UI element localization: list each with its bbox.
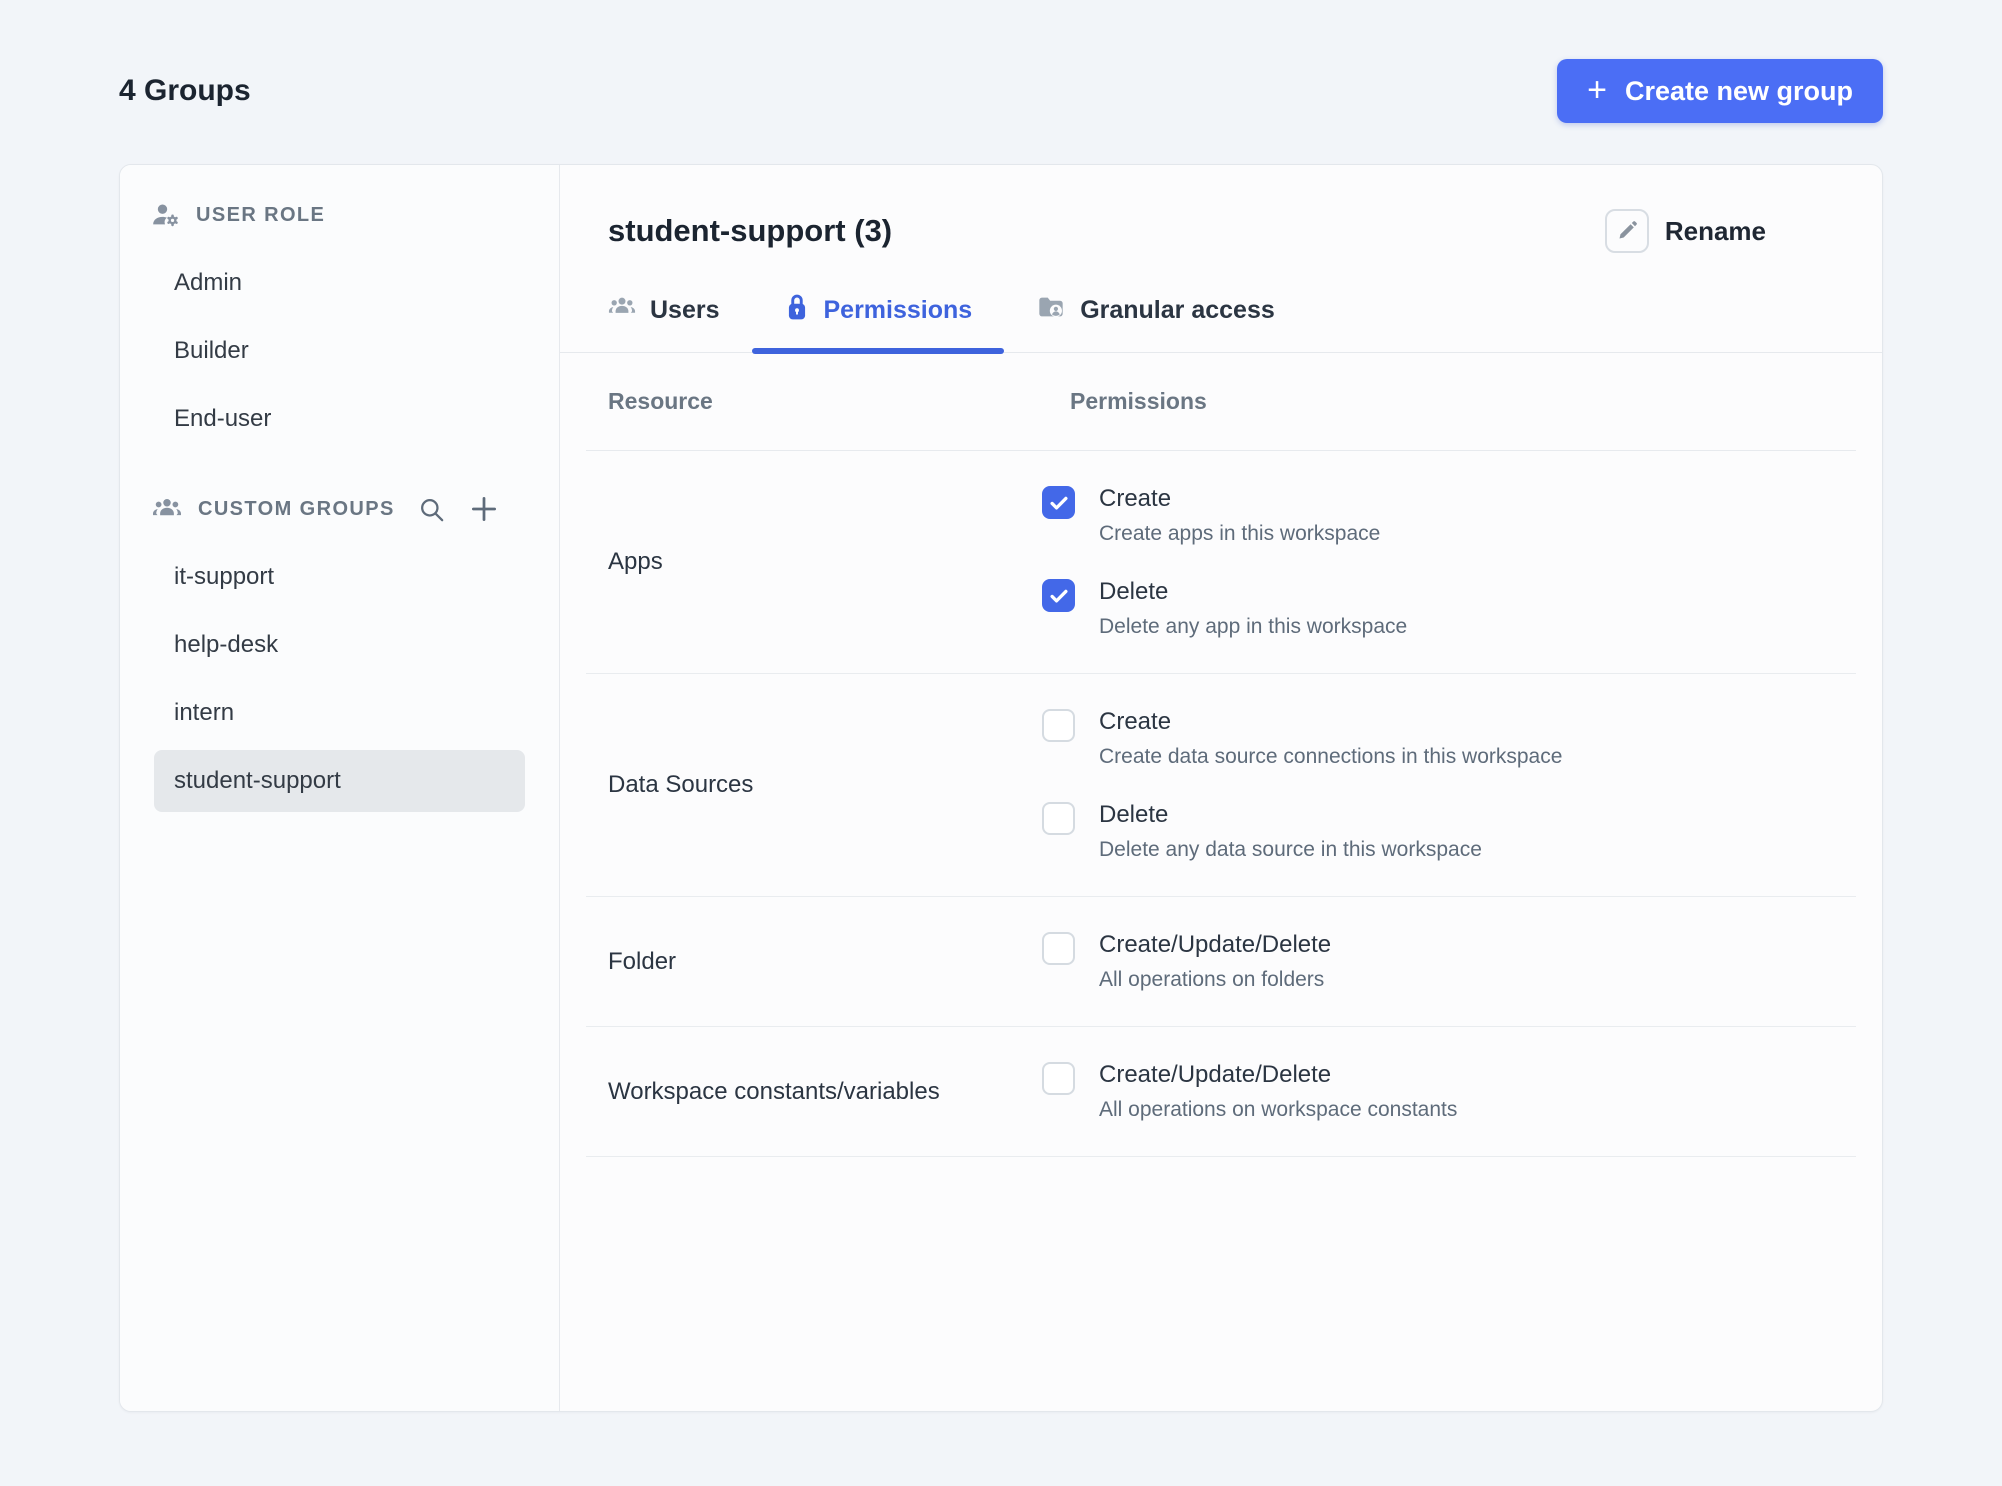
permission-workspace-constants-cud: Create/Update/Delete All operations on w…: [1042, 1061, 1457, 1122]
permission-description: Delete any data source in this workspace: [1099, 838, 1482, 861]
rename-label: Rename: [1664, 215, 1766, 246]
sidebar-item-admin[interactable]: Admin: [120, 249, 559, 317]
resource-label: Data Sources: [608, 771, 754, 798]
permission-datasources-delete: Delete Delete any data source in this wo…: [1042, 801, 1562, 862]
tab-permissions[interactable]: Permissions: [751, 287, 1005, 354]
sidebar-item-it-support[interactable]: it-support: [120, 543, 559, 611]
permission-label: Delete: [1099, 578, 1169, 605]
permission-description: All operations on folders: [1099, 968, 1325, 991]
table-row-data-sources: Data Sources Create Create data source c…: [586, 674, 1856, 897]
user-role-section-header: USER ROLE: [120, 195, 559, 235]
sidebar-item-help-desk[interactable]: help-desk: [120, 611, 559, 679]
groups-sidebar: USER ROLE Admin Builder End-user CUSTOM …: [120, 165, 560, 1411]
tab-permissions-label: Permissions: [823, 296, 973, 324]
sidebar-item-end-user[interactable]: End-user: [120, 385, 559, 453]
permission-description: Create data source connections in this w…: [1099, 745, 1563, 768]
plus-icon[interactable]: [469, 494, 499, 524]
permission-label: Create/Update/Delete: [1099, 931, 1332, 958]
custom-groups-label: CUSTOM GROUPS: [198, 497, 395, 520]
people-group-icon: [152, 494, 182, 524]
permission-label: Create/Update/Delete: [1099, 1061, 1332, 1088]
create-new-group-button[interactable]: + Create new group: [1557, 59, 1883, 123]
groups-card: USER ROLE Admin Builder End-user CUSTOM …: [119, 164, 1883, 1412]
workspace-constants-cud-checkbox[interactable]: [1042, 1062, 1075, 1095]
rename-button[interactable]: Rename: [1604, 209, 1766, 253]
apps-create-checkbox[interactable]: [1042, 486, 1075, 519]
permission-datasources-create: Create Create data source connections in…: [1042, 708, 1562, 769]
users-icon: [608, 293, 636, 328]
group-title: student-support (3): [608, 213, 893, 248]
folder-cud-checkbox[interactable]: [1042, 932, 1075, 965]
tab-users-label: Users: [650, 296, 720, 324]
custom-groups-actions: [418, 494, 499, 524]
table-row-apps: Apps Create Create apps in this workspac…: [586, 451, 1856, 674]
permissions-table: Resource Permissions Apps Create Create …: [586, 353, 1856, 1411]
folder-user-icon: [1036, 293, 1066, 328]
custom-groups-section-header: CUSTOM GROUPS: [120, 489, 559, 529]
tab-users[interactable]: Users: [608, 287, 752, 352]
column-header-permissions: Permissions: [1070, 388, 1207, 414]
resource-label: Workspace constants/variables: [608, 1077, 940, 1105]
lock-icon: [784, 293, 810, 328]
permission-description: Delete any app in this workspace: [1099, 615, 1408, 638]
permissions-table-header: Resource Permissions: [586, 353, 1856, 451]
permission-folder-cud: Create/Update/Delete All operations on f…: [1042, 931, 1331, 992]
page-title: 4 Groups: [119, 74, 251, 107]
resource-label: Apps: [608, 548, 663, 575]
sidebar-item-intern[interactable]: intern: [120, 679, 559, 747]
page-header: 4 Groups + Create new group: [119, 58, 1883, 124]
apps-delete-checkbox[interactable]: [1042, 579, 1075, 612]
column-header-resource: Resource: [608, 388, 713, 414]
permission-label: Delete: [1099, 801, 1169, 828]
datasources-create-checkbox[interactable]: [1042, 709, 1075, 742]
groups-page: 4 Groups + Create new group USER ROLE Ad…: [119, 0, 1883, 1412]
resource-label: Folder: [608, 947, 677, 975]
plus-icon: +: [1587, 70, 1607, 109]
table-row-workspace-constants: Workspace constants/variables Create/Upd…: [586, 1027, 1856, 1157]
group-tabs: Users Permissions Granular access: [560, 287, 1882, 354]
user-role-label: USER ROLE: [196, 203, 326, 226]
datasources-delete-checkbox[interactable]: [1042, 802, 1075, 835]
permission-label: Create: [1099, 485, 1172, 512]
permission-description: Create apps in this workspace: [1099, 522, 1381, 545]
group-detail-panel: student-support (3) Rename Users Permiss…: [560, 165, 1882, 1411]
permission-apps-create: Create Create apps in this workspace: [1042, 485, 1407, 546]
group-detail-header: student-support (3) Rename: [560, 165, 1882, 253]
user-gear-icon: [152, 201, 180, 229]
permission-description: All operations on workspace constants: [1099, 1098, 1458, 1121]
search-icon[interactable]: [418, 496, 445, 523]
table-empty-space: [586, 1157, 1856, 1411]
sidebar-item-student-support[interactable]: student-support: [154, 750, 525, 812]
permission-apps-delete: Delete Delete any app in this workspace: [1042, 578, 1407, 639]
create-new-group-label: Create new group: [1624, 75, 1853, 106]
table-row-folder: Folder Create/Update/Delete All operatio…: [586, 897, 1856, 1027]
tab-granular-access-label: Granular access: [1080, 296, 1275, 324]
sidebar-item-builder[interactable]: Builder: [120, 317, 559, 385]
tab-granular-access[interactable]: Granular access: [1004, 287, 1307, 352]
permission-label: Create: [1099, 708, 1172, 735]
edit-pencil-icon: [1604, 209, 1649, 253]
